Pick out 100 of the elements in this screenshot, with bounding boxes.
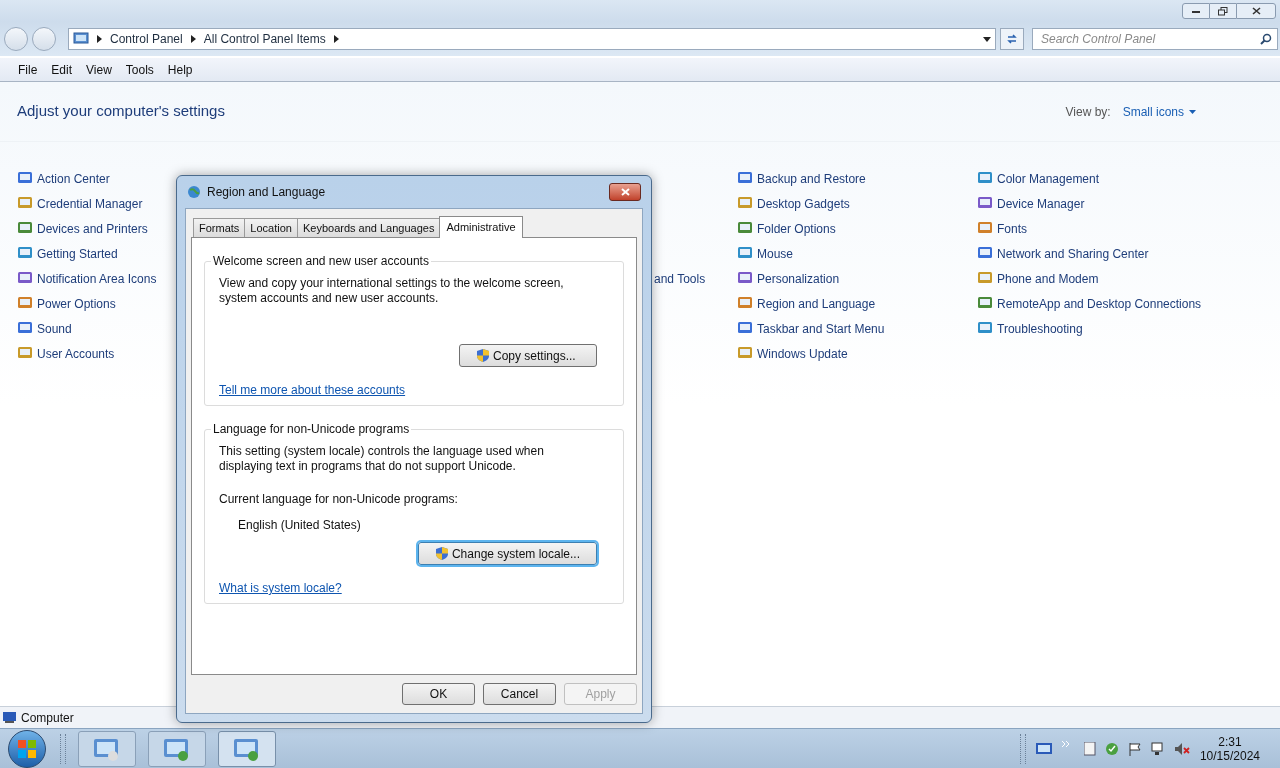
dialog-tab[interactable]: Formats (193, 218, 246, 237)
applet-icon (977, 295, 993, 311)
chevron-icon (333, 35, 339, 43)
applet-link[interactable]: Phone and Modem (997, 270, 1099, 288)
start-button[interactable] (8, 729, 46, 768)
applet-icon (737, 270, 753, 286)
taskbar-button[interactable] (218, 730, 276, 767)
minimize-icon (1192, 9, 1200, 13)
shield-icon (476, 348, 490, 363)
forward-button[interactable] (32, 27, 56, 51)
menu-item[interactable]: View (80, 60, 118, 79)
applet-link[interactable]: Folder Options (757, 220, 836, 238)
refresh-button[interactable] (1000, 28, 1024, 50)
applet-link[interactable]: and Tools (654, 270, 706, 288)
page-heading: Adjust your computer's settings (17, 101, 225, 122)
taskbar-button[interactable] (78, 730, 136, 767)
dialog-button[interactable]: OK (402, 683, 475, 705)
menu-item[interactable]: Tools (119, 60, 160, 79)
search-field[interactable]: Search Control Panel (1032, 28, 1278, 50)
address-bar[interactable]: Control Panel All Control Panel Items (68, 28, 996, 50)
applet-icon (977, 245, 993, 261)
flag-icon (1127, 741, 1142, 756)
applet-link[interactable]: Personalization (757, 270, 840, 288)
muted-speaker-icon (1173, 741, 1190, 756)
applet-icon (737, 345, 753, 361)
applet-icon (977, 320, 993, 336)
applet-link[interactable]: Color Management (997, 170, 1100, 188)
applet-link[interactable]: Desktop Gadgets (757, 195, 850, 213)
minimize-button[interactable] (1182, 3, 1210, 19)
menu-item[interactable]: File (12, 60, 44, 79)
applet-link[interactable]: Devices and Printers (37, 220, 148, 238)
dropdown-icon[interactable] (983, 36, 991, 42)
breadcrumb[interactable]: Control Panel (110, 30, 183, 48)
breadcrumb[interactable]: All Control Panel Items (203, 30, 326, 48)
group-title: Welcome screen and new user accounts (212, 253, 430, 270)
applet-link[interactable]: Windows Update (757, 345, 848, 363)
applet-link[interactable]: Power Options (37, 295, 116, 313)
applet-icon (17, 295, 33, 311)
applet-icon (17, 220, 33, 236)
dialog-tab[interactable]: Administrative (439, 216, 523, 238)
applet-link[interactable]: Network and Sharing Center (997, 245, 1149, 263)
menu-item[interactable]: Edit (45, 60, 79, 79)
applet-link[interactable]: Sound (37, 320, 72, 338)
dialog-tab[interactable]: Keyboards and Languages (296, 218, 441, 237)
applet-link[interactable]: Region and Language (757, 295, 876, 313)
status-text: Computer (21, 709, 74, 727)
security-icon (1103, 740, 1120, 757)
group-title: Language for non-Unicode programs (212, 421, 411, 438)
applet-link[interactable]: Mouse (757, 245, 794, 263)
applet-icon (977, 170, 993, 186)
applet-icon (17, 170, 33, 186)
control-panel-icon (73, 32, 89, 46)
restore-icon (1218, 6, 1228, 16)
applet-link[interactable]: User Accounts (37, 345, 115, 363)
applet-icon (17, 195, 33, 211)
applet-link[interactable]: Getting Started (37, 245, 118, 263)
view-by-dropdown[interactable]: Small icons (1122, 102, 1196, 121)
applet-icon (17, 345, 33, 361)
applet-link[interactable]: Credential Manager (37, 195, 143, 213)
applet-icon (737, 220, 753, 236)
restore-button[interactable] (1210, 3, 1236, 19)
clock-date[interactable]: 10/15/2024 (1199, 748, 1260, 763)
applet-icon (737, 195, 753, 211)
windows-logo-icon (18, 739, 36, 758)
action-button[interactable]: Copy settings... (459, 344, 597, 367)
dialog-tab[interactable]: Location (244, 218, 298, 237)
action-button[interactable]: Change system locale... (417, 542, 597, 565)
group-description: View and copy your international settings to the welcome screen, system accounts and new user accounts. (219, 276, 565, 306)
dialog-title: Region and Language (207, 184, 326, 201)
search-icon (1260, 33, 1272, 45)
applet-link[interactable]: Fonts (997, 220, 1027, 238)
dialog-button[interactable]: Cancel (483, 683, 556, 705)
help-link[interactable]: Tell me more about these accounts (219, 381, 406, 399)
chevron-icon (97, 35, 102, 43)
view-by-label: View by: (1065, 103, 1111, 121)
close-icon (620, 188, 630, 196)
globe-icon (187, 185, 201, 199)
applet-icon (737, 320, 753, 336)
back-button[interactable] (4, 27, 28, 51)
document-icon (1083, 741, 1096, 756)
applet-link[interactable]: Device Manager (997, 195, 1085, 213)
close-button[interactable] (1236, 3, 1276, 19)
close-button[interactable] (609, 183, 641, 201)
applet-icon (737, 295, 753, 311)
applet-link[interactable]: Taskbar and Start Menu (757, 320, 885, 338)
applet-link[interactable]: RemoteApp and Desktop Connections (997, 295, 1202, 313)
menu-item[interactable]: Help (161, 60, 199, 79)
applet-link[interactable]: Action Center (37, 170, 110, 188)
caret-icon (1189, 109, 1196, 114)
expand-icon[interactable] (1061, 739, 1070, 748)
taskbar-button[interactable] (148, 730, 206, 767)
applet-link[interactable]: Backup and Restore (757, 170, 866, 188)
applet-link[interactable]: Troubleshooting (997, 320, 1083, 338)
refresh-icon (1006, 33, 1018, 45)
help-link[interactable]: What is system locale? (219, 579, 342, 597)
group-description: This setting (system locale) controls the language used when displaying text in programs that do not support Unicode. (219, 444, 545, 474)
current-language-value: English (United States) (238, 517, 362, 534)
applet-icon (737, 245, 753, 261)
clock-time[interactable]: 2:31 (1218, 734, 1242, 749)
applet-link[interactable]: Notification Area Icons (37, 270, 157, 288)
